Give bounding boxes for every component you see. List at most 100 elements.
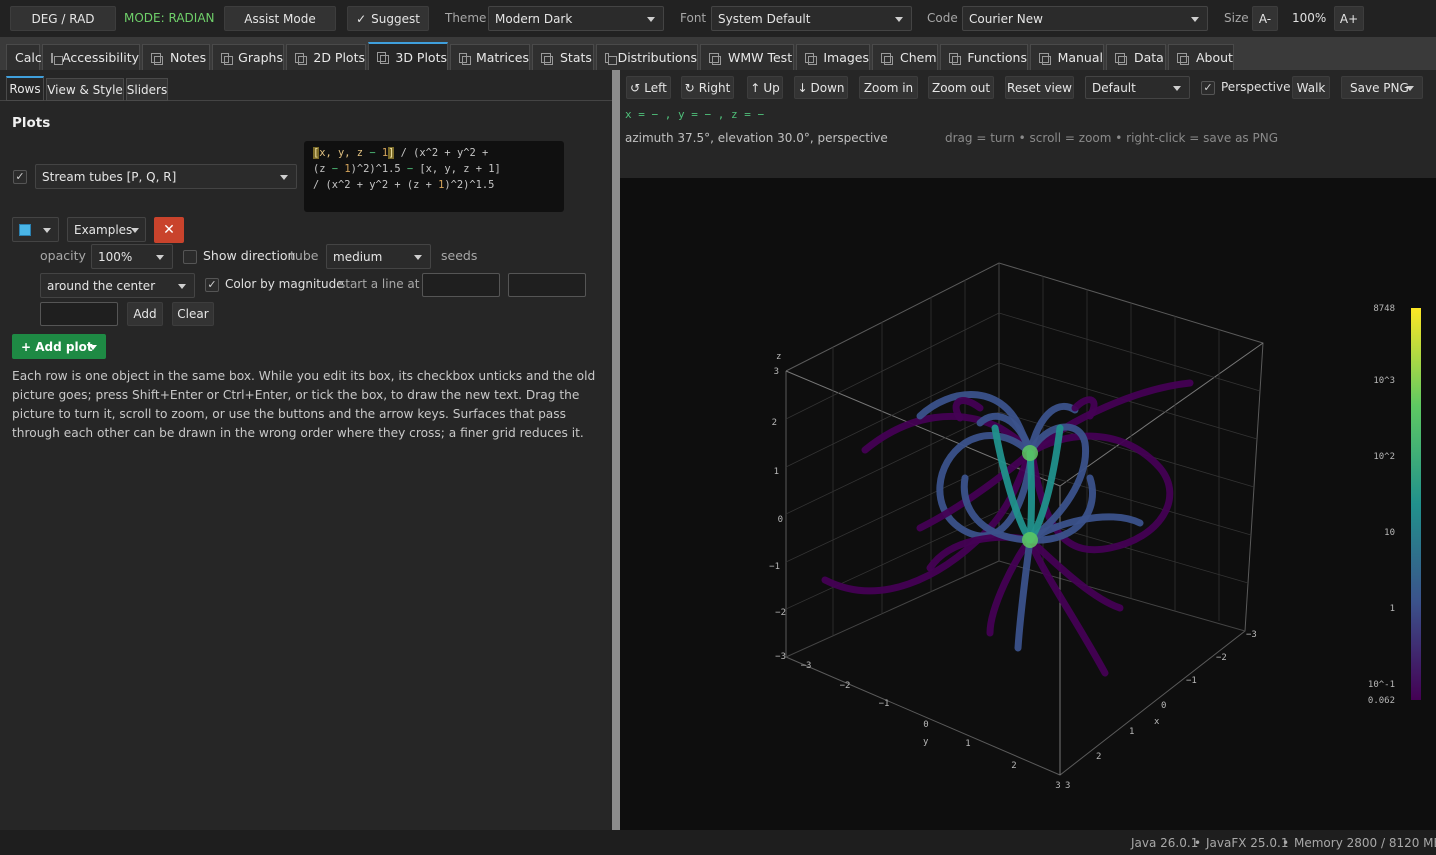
font-value: System Default	[718, 11, 811, 26]
plot-type-select[interactable]: Stream tubes [P, Q, R]	[35, 164, 297, 189]
copy-icon	[605, 52, 616, 65]
color-picker[interactable]	[12, 217, 59, 242]
tab-label: Accessibility	[62, 50, 139, 65]
formula-text: [x, y, z − 1] / (x^2 + y^2 + (z − 1)^2)^1…	[313, 145, 564, 193]
colorbar-tick-label: 10^3	[1373, 376, 1395, 386]
tab-data[interactable]: Data	[1106, 44, 1166, 70]
add-seed-button[interactable]: Add	[127, 302, 163, 326]
walk-button[interactable]: Walk	[1292, 76, 1330, 99]
examples-menu[interactable]: Examples	[67, 217, 146, 242]
view-preset-select[interactable]: Default	[1085, 76, 1190, 99]
size-decrease-button[interactable]: A-	[1252, 6, 1278, 31]
subtab-view-style[interactable]: View & Style	[46, 78, 124, 101]
suggest-button[interactable]: ✓ Suggest	[347, 6, 429, 31]
x-tick-label: 1	[1129, 727, 1134, 737]
show-direction-checkbox[interactable]	[183, 250, 197, 264]
font-label: Font	[680, 11, 707, 25]
tab-calc[interactable]: Calc	[6, 44, 42, 70]
subtab-sliders[interactable]: Sliders	[126, 78, 168, 101]
view-preset-value: Default	[1092, 80, 1136, 95]
tab-chem[interactable]: Chem	[872, 44, 938, 70]
color-by-magnitude-checkbox[interactable]: ✓	[205, 278, 219, 292]
tab-accessibility[interactable]: Accessibility	[42, 44, 140, 70]
tab-label: Stats	[560, 50, 592, 65]
tab-2d-plots[interactable]: 2D Plots	[286, 44, 366, 70]
tab-manual[interactable]: Manual	[1030, 44, 1104, 70]
add-plot-button[interactable]: + Add plot	[12, 334, 106, 359]
tab-label: Distributions	[617, 50, 697, 65]
x-tick-label: −1	[1186, 676, 1197, 686]
clear-seeds-button[interactable]: Clear	[172, 302, 214, 326]
reset-view-button[interactable]: Reset view	[1005, 76, 1074, 99]
copy-icon	[881, 52, 893, 65]
code-font-label: Code	[927, 11, 958, 25]
tab-label: 3D Plots	[395, 49, 447, 65]
row-visible-checkbox[interactable]: ✓	[13, 170, 27, 184]
remove-row-button[interactable]: ✕	[154, 217, 184, 243]
tab-distributions[interactable]: Distributions	[596, 44, 698, 70]
opacity-select[interactable]: 100%	[91, 244, 173, 269]
interaction-hint: drag = turn • scroll = zoom • right-clic…	[945, 131, 1278, 145]
tube-size-select[interactable]: medium	[326, 244, 431, 269]
size-label: Size	[1224, 11, 1249, 25]
z-tick-label: 2	[772, 418, 777, 428]
start-x-field[interactable]	[422, 273, 500, 297]
rotate-left-button[interactable]: ↺ Left	[626, 76, 671, 99]
zoom-out-button[interactable]: Zoom out	[928, 76, 994, 99]
y-tick-label: −1	[879, 699, 890, 709]
size-increase-button[interactable]: A+	[1334, 6, 1364, 31]
seeds-select[interactable]: around the center	[40, 273, 195, 298]
start-z-field[interactable]	[40, 302, 118, 326]
start-y-field[interactable]	[508, 273, 586, 297]
tab-images[interactable]: Images	[796, 44, 870, 70]
arrow-up-icon: ↑	[750, 80, 761, 95]
tab-functions[interactable]: Functions	[940, 44, 1028, 70]
save-png-label: Save PNG	[1350, 80, 1409, 95]
formula-editor[interactable]: [x, y, z − 1] / (x^2 + y^2 + (z − 1)^2)^1…	[304, 141, 564, 212]
plot-type-value: Stream tubes [P, Q, R]	[42, 169, 177, 184]
memory-usage: Memory 2800 / 8120 MB	[1294, 836, 1436, 850]
tab-label: WMW Test	[728, 50, 793, 65]
theme-select[interactable]: Modern Dark	[488, 6, 664, 31]
y-tick-label: 2	[1011, 761, 1016, 771]
tab-notes[interactable]: Notes	[142, 44, 210, 70]
perspective-checkbox[interactable]: ✓	[1201, 81, 1215, 95]
plot-3d-canvas[interactable]: z x y 3 2 1 0 −1 −2 −3 −3 −2 −1 0 1 2 3 −3 −2 −1 0 1 2 3 8…	[620, 178, 1436, 830]
font-select[interactable]: System Default	[711, 6, 912, 31]
rotate-left-label: Left	[644, 80, 667, 95]
rotate-up-button[interactable]: ↑ Up	[747, 76, 783, 99]
seeds-label: seeds	[441, 248, 478, 263]
panel-splitter[interactable]	[612, 70, 620, 830]
rotate-down-button[interactable]: ↓ Down	[794, 76, 848, 99]
colorbar-tick-label: 10^2	[1373, 452, 1395, 462]
assist-mode-button[interactable]: Assist Mode	[224, 6, 336, 31]
z-tick-label: 1	[774, 467, 779, 477]
tab-graphs[interactable]: Graphs	[212, 44, 284, 70]
colorbar-tick-label: 10^-1	[1368, 680, 1395, 690]
chevron-down-icon	[89, 345, 97, 350]
copy-icon	[51, 52, 64, 65]
tab-3d-plots[interactable]: 3D Plots	[368, 42, 448, 70]
chevron-down-icon	[895, 17, 903, 22]
deg-rad-button[interactable]: DEG / RAD	[10, 6, 116, 31]
tab-stats[interactable]: Stats	[532, 44, 594, 70]
theme-value: Modern Dark	[495, 11, 573, 26]
copy-icon	[1039, 52, 1051, 65]
tube-size-value: medium	[333, 249, 383, 264]
colorbar-ticks: 8748 10^3 10^2 10 1 10^-1 0.062	[1368, 304, 1395, 706]
zoom-in-button[interactable]: Zoom in	[859, 76, 918, 99]
copy-icon	[221, 52, 234, 65]
copy-icon	[377, 52, 390, 64]
chevron-down-icon	[1406, 86, 1414, 91]
x-tick-label: 0	[1161, 701, 1166, 711]
tab-matrices[interactable]: Matrices	[450, 44, 530, 70]
subtab-rows[interactable]: Rows	[6, 76, 44, 101]
y-axis-ticks: −3 −2 −1 0 1 2 3	[801, 661, 1061, 791]
code-font-select[interactable]: Courier New	[962, 6, 1208, 31]
save-png-button[interactable]: Save PNG	[1341, 76, 1423, 99]
rotate-right-button[interactable]: ↻ Right	[681, 76, 734, 99]
tab-about[interactable]: About	[1168, 44, 1234, 70]
rotate-ccw-icon: ↺	[630, 80, 641, 95]
plots-heading: Plots	[12, 115, 51, 131]
tab-wmw-test[interactable]: WMW Test	[700, 44, 794, 70]
